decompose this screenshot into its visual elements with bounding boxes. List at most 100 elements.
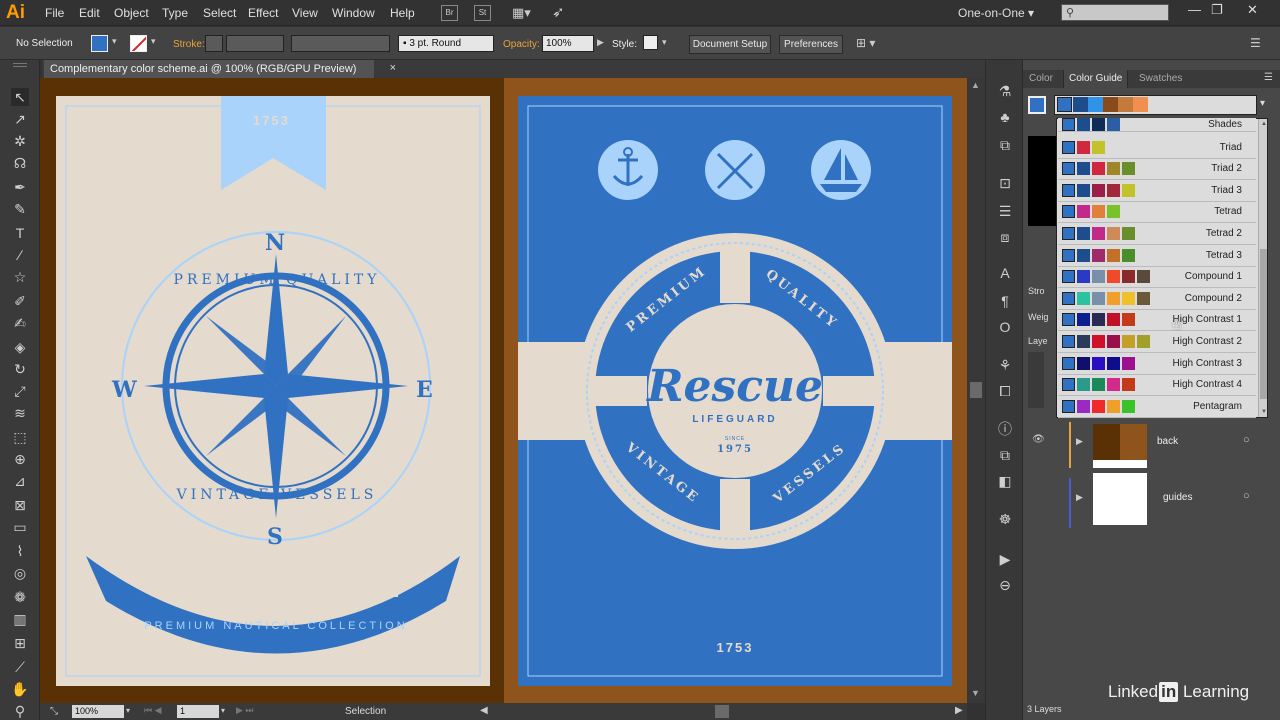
layer-guides-name[interactable]: guides — [1163, 492, 1192, 503]
variable-width-profile[interactable] — [291, 35, 390, 52]
layer-row-guides[interactable]: ▶ guides ○ — [1023, 473, 1280, 536]
eyedropper-tool-icon[interactable]: ⌇ — [11, 542, 29, 560]
layer-back-name[interactable]: back — [1157, 436, 1178, 447]
width-tool-icon[interactable]: ≋ — [11, 404, 29, 422]
vertical-scrollbar[interactable]: ▲ ▼ — [967, 78, 985, 703]
artboard-first-icon[interactable]: ⏮ ◀ — [144, 705, 162, 716]
close-icon[interactable]: ✕ — [1247, 2, 1258, 18]
harmony-row[interactable]: Triad — [1058, 137, 1256, 159]
slice-tool-icon[interactable]: ⟋ — [11, 658, 29, 676]
harmony-row[interactable]: High Contrast 2 — [1058, 332, 1256, 353]
gpu-rocket-icon[interactable]: ➶ — [552, 3, 565, 21]
opentype-panel-icon[interactable]: O — [996, 318, 1014, 336]
horizontal-scroll-thumb[interactable] — [715, 705, 729, 718]
menu-select[interactable]: Select — [203, 6, 236, 20]
harmony-scroll-thumb[interactable] — [1260, 249, 1267, 399]
harmony-row[interactable]: Pentagram — [1058, 396, 1256, 418]
symbol-sprayer-tool-icon[interactable]: ❁ — [11, 588, 29, 606]
layers-panel-label[interactable]: Laye — [1028, 336, 1048, 346]
zoom-fit-icon[interactable]: ⤡ — [50, 706, 58, 717]
menu-object[interactable]: Object — [114, 6, 149, 20]
opacity-field[interactable]: 100% — [542, 35, 594, 52]
scroll-down-icon[interactable]: ▼ — [971, 688, 980, 698]
fill-dropdown-icon[interactable]: ▾ — [112, 36, 117, 47]
asset-export-icon[interactable]: ⧠ — [996, 382, 1014, 400]
transform-panel-icon[interactable]: ⊡ — [996, 174, 1014, 192]
stroke-dropdown-icon[interactable]: ▾ — [151, 36, 156, 47]
character-panel-icon[interactable]: A — [996, 264, 1014, 282]
lasso-tool-icon[interactable]: ☊ — [11, 154, 29, 172]
selection-tool-icon[interactable]: ↖ — [11, 88, 29, 106]
bridge-button[interactable]: Br — [441, 5, 458, 21]
harmony-scroll-up-icon[interactable]: ▲ — [1261, 121, 1267, 127]
tab-color[interactable]: Color — [1029, 73, 1053, 84]
harmony-row[interactable]: High Contrast 1 — [1058, 310, 1256, 332]
artboard-tool-icon[interactable]: ⊞ — [11, 634, 29, 652]
zoom-field[interactable]: 100% — [72, 705, 124, 718]
libraries-panel-icon[interactable]: ⊖ — [996, 576, 1014, 594]
vertical-scroll-thumb[interactable] — [970, 382, 982, 398]
shaper-tool-icon[interactable]: ✍ — [11, 314, 29, 332]
style-swatch[interactable] — [643, 35, 658, 50]
harmony-row[interactable]: Tetrad — [1058, 202, 1256, 224]
mesh-tool-icon[interactable]: ⊠ — [11, 496, 29, 514]
align-icon[interactable]: ⊞ ▾ — [856, 36, 875, 50]
paragraph-panel-icon[interactable]: ¶ — [996, 292, 1014, 310]
harmony-row[interactable]: Shades — [1058, 118, 1256, 132]
gradient-tool-icon[interactable]: ▭ — [11, 518, 29, 536]
panel-menu-icon[interactable]: ☰ — [1264, 72, 1273, 83]
stock-button[interactable]: St — [474, 5, 491, 21]
direct-selection-tool-icon[interactable]: ↗ — [11, 110, 29, 128]
menu-effect[interactable]: Effect — [248, 6, 278, 20]
curvature-tool-icon[interactable]: ✎ — [11, 200, 29, 218]
style-dropdown-icon[interactable]: ▾ — [662, 37, 667, 48]
blend-tool-icon[interactable]: ◎ — [11, 564, 29, 582]
stroke-panel-label[interactable]: Stro — [1028, 286, 1045, 296]
column-graph-tool-icon[interactable]: ▥ — [11, 610, 29, 628]
stroke-weight-field[interactable] — [226, 35, 284, 52]
hscroll-left-icon[interactable]: ◀ — [480, 705, 488, 716]
scroll-up-icon[interactable]: ▲ — [971, 80, 980, 90]
search-input[interactable]: ⚲ — [1061, 4, 1169, 21]
layer-row-back[interactable]: 👁 ▶ back ○ — [1023, 422, 1280, 478]
menu-view[interactable]: View — [292, 6, 318, 20]
canvas[interactable]: 1753 N S W E PREMIUM QUALITY VINTAGE VES… — [40, 78, 967, 703]
actions-panel-icon[interactable]: ▶ — [996, 550, 1014, 568]
tab-color-guide[interactable]: Color Guide — [1063, 70, 1129, 88]
minimize-icon[interactable]: — — [1188, 2, 1201, 17]
zoom-tool-icon[interactable]: ⚲ — [11, 702, 29, 720]
stroke-label[interactable]: Stroke: — [173, 39, 205, 50]
preferences-button[interactable]: Preferences — [779, 35, 843, 54]
eraser-tool-icon[interactable]: ◈ — [11, 338, 29, 356]
line-tool-icon[interactable]: ∕ — [11, 246, 29, 264]
harmony-row[interactable]: Compound 2 — [1058, 288, 1256, 310]
fill-swatch[interactable] — [91, 35, 108, 52]
harmony-list-scrollbar[interactable]: ▲ ▼ — [1258, 119, 1267, 417]
menu-window[interactable]: Window — [332, 6, 375, 20]
menu-edit[interactable]: Edit — [79, 6, 100, 20]
rotate-tool-icon[interactable]: ↻ — [11, 360, 29, 378]
harmony-row[interactable]: Triad 2 — [1058, 159, 1256, 181]
info-panel-icon[interactable]: ⓘ — [996, 420, 1014, 438]
free-transform-tool-icon[interactable]: ⬚ — [11, 428, 29, 446]
harmony-dropdown-arrow-icon[interactable]: ▾ — [1260, 98, 1265, 109]
stroke-none-swatch[interactable] — [130, 35, 147, 52]
artboard-dropdown-icon[interactable]: ▾ — [221, 706, 225, 715]
layer-back-expand-icon[interactable]: ▶ — [1076, 436, 1083, 447]
align-panel-icon[interactable]: ☰ — [996, 202, 1014, 220]
document-tab[interactable]: Complementary color scheme.ai @ 100% (RG… — [44, 60, 396, 78]
symbols-panel-icon[interactable]: ♣ — [996, 108, 1014, 126]
menu-file[interactable]: File — [45, 6, 64, 20]
artboard-last-icon[interactable]: ▶ ⏭ — [236, 705, 254, 716]
document-close-icon[interactable]: × — [390, 62, 396, 74]
harmony-row[interactable]: Triad 3 — [1058, 180, 1256, 202]
layer-guides-target-icon[interactable]: ○ — [1243, 490, 1250, 502]
harmony-base-swatches[interactable] — [1057, 97, 1149, 112]
image-trace-icon[interactable]: ◧ — [996, 472, 1014, 490]
restore-icon[interactable]: ❐ — [1211, 2, 1223, 18]
paintbrush-tool-icon[interactable]: ✐ — [11, 292, 29, 310]
magic-wand-tool-icon[interactable]: ✲ — [11, 132, 29, 150]
harmony-row[interactable]: High Contrast 4 — [1058, 375, 1256, 397]
pathfinder-panel-icon[interactable]: ⧈ — [996, 228, 1014, 246]
color-panel-icon[interactable]: ⚗ — [996, 82, 1014, 100]
